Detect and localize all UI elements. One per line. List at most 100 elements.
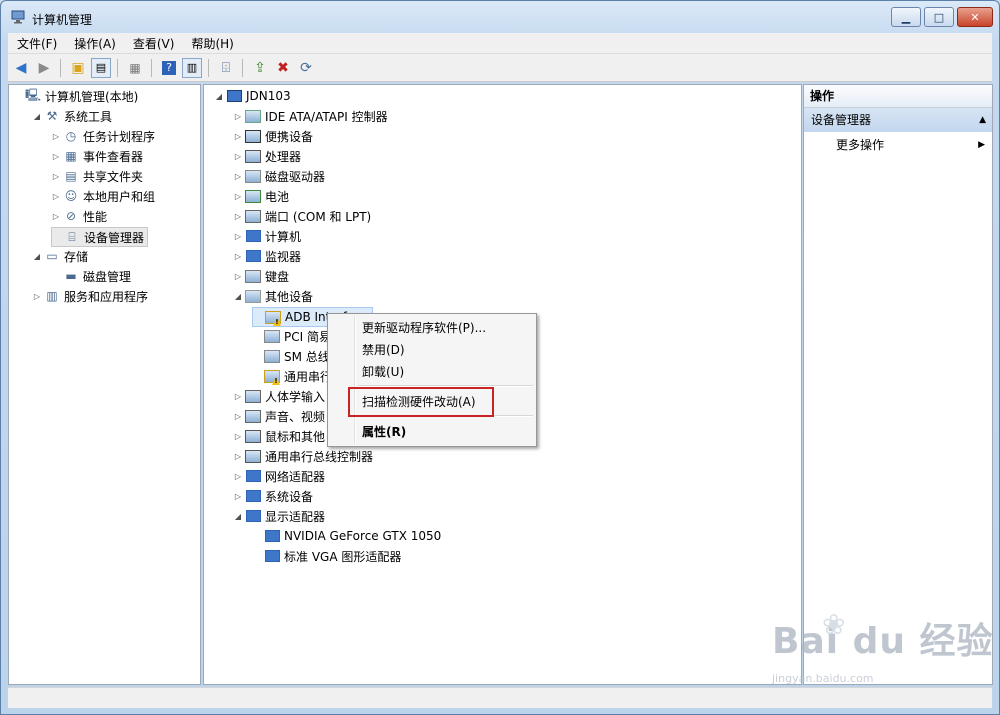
device-tree-item[interactable]: ▷ 鼠标和其他 xyxy=(233,427,325,445)
device-tree-item[interactable]: 标准 VGA 图形适配器 xyxy=(252,547,401,565)
forward-button[interactable]: ▶ xyxy=(34,58,54,78)
collapsed-arrow-icon[interactable]: ▷ xyxy=(233,412,243,421)
collapsed-arrow-icon[interactable]: ▷ xyxy=(51,152,61,161)
more-actions-item[interactable]: 更多操作 ▶ xyxy=(836,135,992,155)
menu-help[interactable]: 帮助(H) xyxy=(182,35,241,52)
collapsed-arrow-icon[interactable]: ▷ xyxy=(233,472,243,481)
event-viewer-icon: ▦ xyxy=(65,149,77,163)
left-tree-item[interactable]: ▷ ▦ 事件查看器 xyxy=(51,147,143,165)
device-tree-item[interactable]: ▷ 通用串行总线控制器 xyxy=(233,447,373,465)
left-tree-label: 服务和应用程序 xyxy=(64,289,149,304)
device-tree-item[interactable]: ▷ 端口 (COM 和 LPT) xyxy=(233,207,371,225)
scan-hardware-button[interactable]: ⟳ xyxy=(296,58,316,78)
computer-icon xyxy=(245,228,261,244)
title-bar[interactable]: 计算机管理 ▁ □ ✕ xyxy=(1,1,999,33)
collapsed-arrow-icon[interactable]: ▷ xyxy=(32,292,42,301)
export-list-button[interactable]: ▦ xyxy=(125,58,145,78)
collapsed-arrow-icon[interactable]: ▷ xyxy=(233,232,243,241)
device-tree-item[interactable]: ▷ 磁盘驱动器 xyxy=(233,167,325,185)
left-tree-item[interactable]: ▷ ⊘ 性能 xyxy=(51,207,107,225)
left-tree-item[interactable]: ◢ ▭ 存储 xyxy=(32,247,88,265)
ctx-disable[interactable]: 禁用(D) xyxy=(362,340,405,360)
device-tree-item[interactable]: 通用串行 xyxy=(252,367,332,385)
collapsed-arrow-icon[interactable]: ▷ xyxy=(233,452,243,461)
ctx-properties[interactable]: 属性(R) xyxy=(362,422,406,442)
left-tree-item[interactable]: ◢ ⚒ 系统工具 xyxy=(32,107,112,125)
device-tree-item[interactable]: PCI 简易 xyxy=(252,327,331,345)
back-button[interactable]: ◀ xyxy=(11,58,31,78)
expanded-arrow-icon[interactable]: ◢ xyxy=(32,112,42,121)
expanded-arrow-icon[interactable]: ◢ xyxy=(233,292,243,301)
device-tree-label: 便携设备 xyxy=(265,129,314,144)
collapsed-arrow-icon[interactable]: ▷ xyxy=(233,272,243,281)
collapse-up-icon[interactable]: ▲ xyxy=(979,108,986,132)
left-tree-label: 设备管理器 xyxy=(84,230,145,245)
left-tree-item[interactable]: ▷ ☺ 本地用户和组 xyxy=(51,187,155,205)
minimize-button[interactable]: ▁ xyxy=(891,7,921,27)
collapsed-arrow-icon[interactable]: ▷ xyxy=(51,172,61,181)
collapsed-arrow-icon[interactable]: ▷ xyxy=(51,132,61,141)
device-tree-item[interactable]: ▷ 人体学输入 xyxy=(233,387,325,405)
collapsed-arrow-icon[interactable]: ▷ xyxy=(233,132,243,141)
menu-view[interactable]: 查看(V) xyxy=(124,35,183,52)
collapsed-arrow-icon[interactable]: ▷ xyxy=(233,112,243,121)
collapsed-arrow-icon[interactable]: ▷ xyxy=(233,492,243,501)
console-tree-pane[interactable]: 🖳 计算机管理(本地) ◢ ⚒ 系统工具 ▷ ◷ 任务计划程序 ▷ ▦ 事件查看器 ▷ ▤ 共享文件夹 ▷ ☺… xyxy=(8,84,201,685)
left-tree-item[interactable]: ▷ ◷ 任务计划程序 xyxy=(51,127,155,145)
left-tree-item[interactable]: ▷ ▥ 服务和应用程序 xyxy=(32,287,148,305)
folder-up-icon: ▣ xyxy=(71,59,85,76)
collapsed-arrow-icon[interactable]: ▷ xyxy=(51,192,61,201)
collapsed-arrow-icon[interactable]: ▷ xyxy=(233,152,243,161)
properties-button[interactable]: ⌹ xyxy=(216,58,236,78)
uninstall-button[interactable]: ✖ xyxy=(273,58,293,78)
actions-group-device-manager[interactable]: 设备管理器 ▲ xyxy=(804,108,992,132)
left-tree-item[interactable]: ⌸ 设备管理器 xyxy=(51,227,149,247)
show-hide-tree-button[interactable]: ▤ xyxy=(91,57,111,78)
close-button[interactable]: ✕ xyxy=(957,7,993,27)
collapsed-arrow-icon[interactable]: ▷ xyxy=(51,212,61,221)
device-tree-item[interactable]: ▷ 监视器 xyxy=(233,247,301,265)
menu-file[interactable]: 文件(F) xyxy=(8,35,65,52)
tree-root-label: JDN103 xyxy=(246,89,291,103)
toolbar: ◀ ▶ ▣ ▤ ▦ ? ▥ ⌹ ⇪ ✖ ⟳ xyxy=(8,54,992,82)
up-level-button[interactable]: ▣ xyxy=(68,58,88,78)
device-tree-item[interactable]: ▷ 键盘 xyxy=(233,267,289,285)
device-tree-item[interactable]: ▷ 处理器 xyxy=(233,147,301,165)
device-tree-item[interactable]: ▷ 网络适配器 xyxy=(233,467,325,485)
collapsed-arrow-icon[interactable]: ▷ xyxy=(233,252,243,261)
show-action-pane-button[interactable]: ▥ xyxy=(182,57,202,78)
ctx-update-driver[interactable]: 更新驱动程序软件(P)... xyxy=(362,318,486,338)
uninstall-icon: ✖ xyxy=(277,59,289,76)
left-tree-item[interactable]: ▬ 磁盘管理 xyxy=(51,267,131,285)
collapsed-arrow-icon[interactable]: ▷ xyxy=(233,432,243,441)
device-tree-item[interactable]: ▷ 便携设备 xyxy=(233,127,313,145)
device-tree-item[interactable]: ▷ 电池 xyxy=(233,187,289,205)
ctx-uninstall[interactable]: 卸载(U) xyxy=(362,362,404,382)
device-tree-item[interactable]: ▷ 系统设备 xyxy=(233,487,313,505)
device-manager-icon: ⌸ xyxy=(68,229,76,244)
menu-action[interactable]: 操作(A) xyxy=(65,35,124,52)
expanded-arrow-icon[interactable]: ◢ xyxy=(233,512,243,521)
left-tree-item[interactable]: 🖳 计算机管理(本地) xyxy=(13,87,138,105)
maximize-button[interactable]: □ xyxy=(924,7,954,27)
device-tree-item[interactable]: ▷ 声音、视频 xyxy=(233,407,325,425)
collapsed-arrow-icon[interactable]: ▷ xyxy=(233,212,243,221)
device-tree-item[interactable]: ◢ 其他设备 xyxy=(233,287,313,305)
computer-icon xyxy=(226,88,242,104)
device-tree-item[interactable]: ◢ 显示适配器 xyxy=(233,507,325,525)
collapsed-arrow-icon[interactable]: ▷ xyxy=(233,392,243,401)
expanded-arrow-icon[interactable]: ◢ xyxy=(32,252,42,261)
ide-controller-icon xyxy=(245,108,261,124)
device-tree-item[interactable]: ▷ 计算机 xyxy=(233,227,301,245)
device-tree-item[interactable]: NVIDIA GeForce GTX 1050 xyxy=(252,527,441,545)
menu-bar: 文件(F) 操作(A) 查看(V) 帮助(H) xyxy=(8,33,992,54)
left-tree-item[interactable]: ▷ ▤ 共享文件夹 xyxy=(51,167,143,185)
tree-root-computer[interactable]: ◢ JDN103 xyxy=(214,87,291,105)
collapsed-arrow-icon[interactable]: ▷ xyxy=(233,192,243,201)
device-tree-label: 网络适配器 xyxy=(265,469,326,484)
collapsed-arrow-icon[interactable]: ▷ xyxy=(233,172,243,181)
help-button[interactable]: ? xyxy=(159,58,179,78)
device-tree-item[interactable]: ▷ IDE ATA/ATAPI 控制器 xyxy=(233,107,388,125)
update-driver-button[interactable]: ⇪ xyxy=(250,58,270,78)
device-tree-item[interactable]: SM 总线 xyxy=(252,347,330,365)
